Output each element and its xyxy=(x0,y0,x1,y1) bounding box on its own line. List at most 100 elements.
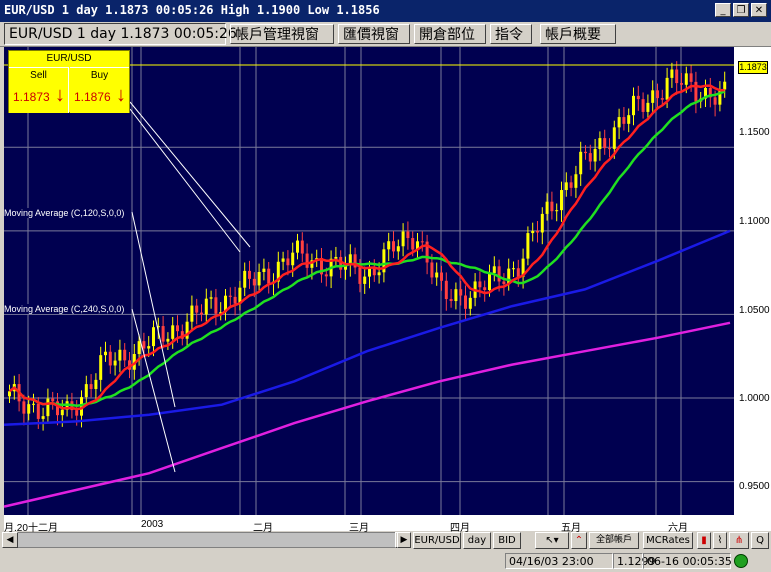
sell-price: 1.1873 xyxy=(13,90,50,104)
candle-body xyxy=(560,190,563,211)
line-icon[interactable]: ⌇ xyxy=(713,532,727,549)
candle-body xyxy=(689,73,693,82)
candle-body xyxy=(27,404,31,414)
tab-open-positions[interactable]: 開倉部位 xyxy=(414,24,486,44)
candle-body xyxy=(483,287,487,291)
status-price: 1.1299 xyxy=(613,553,656,569)
candle-body xyxy=(291,252,295,266)
candle-body xyxy=(334,256,338,259)
candle-body xyxy=(51,398,55,402)
sell-cell[interactable]: Sell 1.1873 ↓ xyxy=(9,67,69,113)
candle-body xyxy=(171,325,175,339)
y-tick-label: 1.1500 xyxy=(739,127,770,138)
restore-button[interactable]: ❐ xyxy=(733,3,749,17)
status-last-update: 06-16 00:05:35 xyxy=(643,553,732,569)
minimize-button[interactable]: _ xyxy=(715,3,731,17)
candle-body xyxy=(502,281,506,284)
connection-status-icon xyxy=(734,554,748,568)
candle-body xyxy=(420,241,424,243)
candle-body xyxy=(444,280,448,300)
mcrates-button[interactable]: MCRates xyxy=(643,532,693,549)
period-button[interactable]: day xyxy=(463,532,491,549)
candle-icon[interactable]: ▮ xyxy=(697,532,711,549)
candle-body xyxy=(392,241,395,252)
zoom-tool-icon[interactable]: ⌃ xyxy=(571,532,587,549)
candle-body xyxy=(670,69,674,78)
candle-body xyxy=(632,95,635,116)
candle-body xyxy=(36,403,40,419)
tab-account-summary[interactable]: 帳戶概要 xyxy=(540,24,616,44)
candle-body xyxy=(411,238,415,250)
candle-body xyxy=(454,289,458,302)
scroll-left-button[interactable]: ◀ xyxy=(2,532,18,548)
candle-body xyxy=(108,351,112,366)
candle-body xyxy=(166,338,170,342)
current-price-tag: 1.1873 xyxy=(738,61,768,74)
q-button[interactable]: Q xyxy=(751,532,769,549)
bid-button[interactable]: BID xyxy=(493,532,521,549)
candle-body xyxy=(574,174,578,188)
candle-body xyxy=(161,326,165,342)
candle-body xyxy=(209,297,213,299)
ma120-label[interactable]: Moving Average (C,120,S,0,0) xyxy=(4,208,125,218)
candle-body xyxy=(540,213,544,233)
candle-body xyxy=(612,127,616,149)
candle-body xyxy=(579,151,583,175)
candle-body xyxy=(94,379,98,389)
window-title: EUR/USD 1 day 1.1873 00:05:26 High 1.190… xyxy=(4,3,380,17)
candle-body xyxy=(627,115,631,124)
candle-body xyxy=(267,268,271,284)
candle-body xyxy=(118,349,122,361)
candle-body xyxy=(588,153,592,162)
tab-account-manager[interactable]: 帳戶管理視窗 xyxy=(230,24,334,44)
horizontal-scrollbar[interactable] xyxy=(2,532,411,548)
tab-chart[interactable]: EUR/USD 1 day 1.1873 00:05:26 xyxy=(4,23,237,45)
ma240-label[interactable]: Moving Average (C,240,S,0,0) xyxy=(4,304,125,314)
candle-body xyxy=(497,266,501,282)
chart-area[interactable] xyxy=(0,47,771,531)
candle-body xyxy=(190,305,194,322)
candle-body xyxy=(176,325,179,332)
scroll-end-button[interactable]: ▶ xyxy=(397,532,411,548)
candle-body xyxy=(46,398,50,417)
symbol-button[interactable]: EUR/USD xyxy=(413,532,461,549)
candle-body xyxy=(598,138,602,150)
tab-orders[interactable]: 指令 xyxy=(490,24,532,44)
candle-body xyxy=(204,298,208,315)
price-chart[interactable] xyxy=(0,47,771,531)
candle-body xyxy=(617,117,621,128)
status-datetime: 04/16/03 23:00 xyxy=(505,553,613,569)
candle-body xyxy=(228,295,232,297)
candle-body xyxy=(75,410,79,416)
candle-body xyxy=(324,274,328,277)
x-tick-label: 2003 xyxy=(141,519,164,530)
cursor-tool-icon[interactable]: ↖▾ xyxy=(535,532,569,549)
candle-body xyxy=(723,81,727,90)
candle-body xyxy=(147,346,151,349)
candle-body xyxy=(99,355,103,380)
candle-body xyxy=(89,384,93,389)
candle-body xyxy=(363,276,367,284)
candle-body xyxy=(305,253,309,268)
y-tick-label: 1.0500 xyxy=(739,305,770,316)
candle-body xyxy=(195,305,199,313)
buy-cell[interactable]: Buy 1.1876 ↓ xyxy=(70,67,129,113)
candle-body xyxy=(214,297,218,314)
candle-body xyxy=(684,73,688,85)
tab-quotes[interactable]: 匯價視窗 xyxy=(338,24,410,44)
account-button[interactable]: 全部帳戶 xyxy=(589,532,639,549)
candle-body xyxy=(526,233,530,259)
candle-body xyxy=(430,262,434,278)
candle-body xyxy=(459,289,463,296)
candle-body xyxy=(531,231,535,234)
close-button[interactable]: ✕ xyxy=(751,3,767,17)
candle-body xyxy=(492,266,496,273)
candle-body xyxy=(262,268,266,272)
candle-body xyxy=(488,272,491,291)
fork-icon[interactable]: ⋔ xyxy=(729,532,749,549)
candle-body xyxy=(152,327,155,347)
y-tick-label: 1.1000 xyxy=(739,216,770,227)
candle-body xyxy=(248,270,251,279)
y-tick-label: 1.0000 xyxy=(739,393,770,404)
candle-body xyxy=(200,312,203,315)
